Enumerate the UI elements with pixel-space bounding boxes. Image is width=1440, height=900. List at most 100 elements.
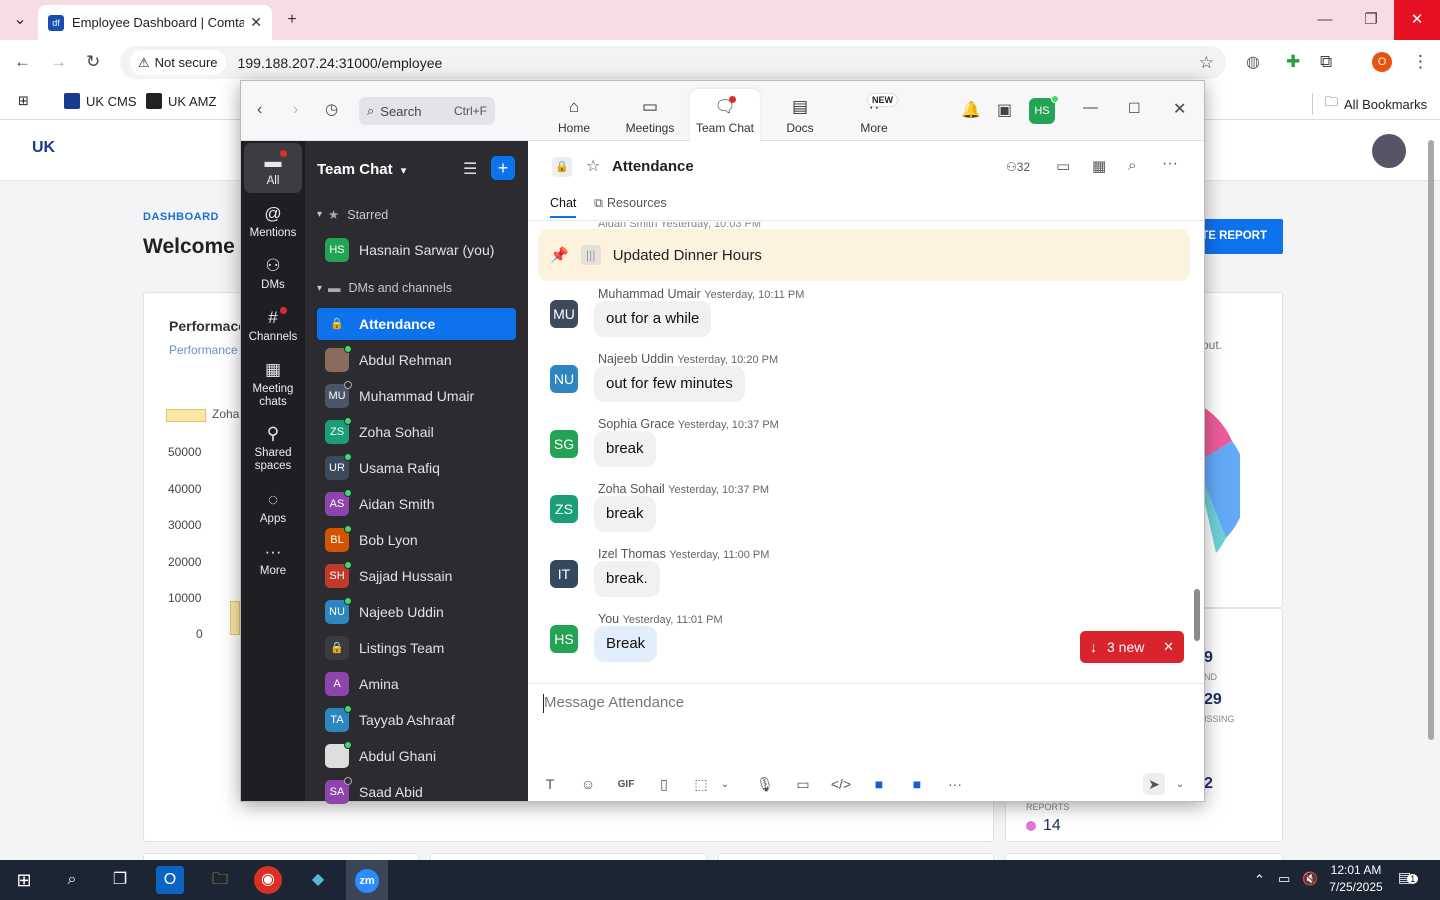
message-bubble[interactable]: break bbox=[594, 496, 656, 532]
zoom-user-avatar[interactable]: HS bbox=[1029, 98, 1055, 124]
new-messages-pill[interactable]: ↓ 3 new ✕ bbox=[1080, 631, 1184, 663]
dismiss-icon[interactable]: ✕ bbox=[1163, 639, 1174, 655]
volume-muted-icon[interactable]: 🔇 bbox=[1302, 871, 1318, 887]
tab-close-icon[interactable]: ✕ bbox=[250, 14, 262, 31]
app-icon[interactable]: ■ bbox=[868, 776, 890, 792]
list-item[interactable]: MU Muhammad Umair bbox=[317, 380, 516, 412]
list-item[interactable]: A Amina bbox=[317, 668, 516, 700]
list-item[interactable]: TA Tayyab Ashraaf bbox=[317, 704, 516, 736]
file-explorer-icon[interactable]: 🗀 bbox=[206, 866, 234, 894]
rail-channels[interactable]: # Channels bbox=[244, 307, 302, 343]
breadcrumb[interactable]: DASHBOARD bbox=[143, 211, 219, 223]
list-item[interactable]: 🔒 Listings Team bbox=[317, 632, 516, 664]
browser-minimize-icon[interactable]: — bbox=[1302, 0, 1348, 40]
outlook-icon[interactable]: O bbox=[156, 866, 184, 894]
tab-team-chat[interactable]: 🗨 Team Chat bbox=[690, 89, 760, 141]
filter-icon[interactable]: ☰ bbox=[463, 159, 477, 179]
page-scrollbar-thumb[interactable] bbox=[1428, 140, 1434, 740]
video-call-icon[interactable]: ▭ bbox=[1056, 157, 1070, 175]
list-item[interactable]: UR Usama Rafiq bbox=[317, 452, 516, 484]
send-icon[interactable]: ➤ bbox=[1143, 773, 1165, 795]
list-item[interactable]: BL Bob Lyon bbox=[317, 524, 516, 556]
profile-avatar[interactable]: O bbox=[1372, 52, 1392, 72]
list-item-attendance[interactable]: 🔒 Attendance bbox=[317, 308, 516, 340]
video-message-icon[interactable]: ▭ bbox=[792, 776, 814, 793]
member-count[interactable]: ⚇32 bbox=[1006, 160, 1030, 174]
dashboard-logo[interactable]: UK bbox=[32, 139, 55, 157]
zoom-close-icon[interactable]: ✕ bbox=[1173, 99, 1186, 119]
browser-close-icon[interactable]: ✕ bbox=[1394, 0, 1440, 40]
browser-tab[interactable]: df Employee Dashboard | Comtan ✕ bbox=[38, 5, 272, 40]
more-tools-icon[interactable]: ··· bbox=[944, 776, 966, 792]
back-icon[interactable]: ← bbox=[14, 52, 31, 72]
notifications-icon[interactable]: ▤1 bbox=[1398, 869, 1419, 886]
gif-icon[interactable]: GIF bbox=[615, 779, 637, 790]
new-chat-button[interactable]: + bbox=[491, 156, 515, 180]
app-diamond-icon[interactable]: ◆ bbox=[304, 866, 332, 894]
extensions-puzzle-icon[interactable]: ⧉ bbox=[1320, 52, 1332, 72]
app-icon[interactable]: ■ bbox=[906, 776, 928, 792]
list-item[interactable]: SH Sajjad Hussain bbox=[317, 560, 516, 592]
reload-icon[interactable]: ↻ bbox=[86, 52, 100, 72]
tab-chat[interactable]: Chat bbox=[550, 196, 577, 218]
history-icon[interactable]: ◷ bbox=[325, 100, 338, 118]
zoom-maximize-icon[interactable]: ☐ bbox=[1128, 100, 1141, 117]
code-icon[interactable]: </> bbox=[830, 776, 852, 792]
dms-channels-section[interactable]: ▾ ▬ DMs and channels bbox=[317, 281, 452, 295]
tab-more[interactable]: ··MoreNEW bbox=[839, 89, 909, 141]
bookmark-uk-amz[interactable]: UK AMZ bbox=[146, 93, 216, 109]
text-format-icon[interactable]: T bbox=[539, 776, 561, 792]
screenshot-icon[interactable]: ⬚ bbox=[690, 776, 712, 793]
url-text[interactable]: 199.188.207.24:31000/employee bbox=[238, 55, 443, 71]
forward-icon[interactable]: → bbox=[50, 52, 67, 72]
notifications-bell-icon[interactable]: 🔔 bbox=[961, 100, 981, 120]
message-bubble[interactable]: Break bbox=[594, 626, 658, 662]
list-item[interactable]: AS Aidan Smith bbox=[317, 488, 516, 520]
omnibox[interactable]: ⚠ Not secure 199.188.207.24:31000/employe… bbox=[120, 46, 1226, 79]
rail-meeting-chats[interactable]: ▦ Meeting chats bbox=[244, 359, 302, 409]
calendar-icon[interactable]: ▦ bbox=[1092, 157, 1106, 175]
message-bubble[interactable]: break. bbox=[594, 561, 660, 597]
new-tab-icon[interactable]: + bbox=[280, 8, 304, 32]
windows-start-icon[interactable]: ⊞ bbox=[10, 866, 38, 894]
chevron-down-icon[interactable]: ⌄ bbox=[1169, 779, 1191, 790]
microphone-icon[interactable]: 🎙 bbox=[754, 776, 776, 793]
chevron-down-icon[interactable]: ⌄ bbox=[714, 779, 736, 790]
list-item-self[interactable]: HS Hasnain Sarwar (you) bbox=[317, 234, 516, 266]
star-icon[interactable]: ☆ bbox=[586, 156, 600, 176]
message-bubble[interactable]: out for few minutes bbox=[594, 366, 745, 402]
rail-more[interactable]: ··· More bbox=[244, 541, 302, 577]
whiteboard-icon[interactable]: ▣ bbox=[997, 100, 1012, 120]
search-icon[interactable]: ⌕ bbox=[1128, 157, 1136, 174]
bookmark-uk-cms[interactable]: UK CMS bbox=[64, 93, 137, 109]
translate-icon[interactable]: ◍ bbox=[1246, 52, 1260, 72]
rail-dms[interactable]: ⚇ DMs bbox=[244, 255, 302, 291]
zoom-minimize-icon[interactable]: — bbox=[1083, 99, 1098, 116]
rail-shared-spaces[interactable]: ⚲ Shared spaces bbox=[244, 423, 302, 473]
taskbar-search-icon[interactable]: ⌕ bbox=[58, 866, 86, 894]
list-item[interactable]: SA Saad Abid bbox=[317, 776, 516, 808]
zoom-search-input[interactable]: ⌕ Search Ctrl+F bbox=[359, 97, 495, 125]
list-item[interactable]: Abdul Rehman bbox=[317, 344, 516, 376]
message-composer[interactable]: Message Attendance T ☺ GIF ▯ ⬚ ⌄ 🎙 ▭ </>… bbox=[528, 683, 1204, 801]
starred-section[interactable]: ▾ ★ Starred bbox=[317, 207, 388, 223]
zoom-back-icon[interactable]: ‹ bbox=[257, 101, 262, 119]
tab-docs[interactable]: ▤ Docs bbox=[765, 89, 835, 141]
tab-search-chevron-icon[interactable]: ⌄ bbox=[8, 8, 32, 32]
tab-meetings[interactable]: ▭ Meetings bbox=[615, 89, 685, 141]
rail-all[interactable]: ▬ All bbox=[244, 143, 302, 193]
emoji-icon[interactable]: ☺ bbox=[577, 776, 599, 792]
apps-grid-icon[interactable]: ⊞ bbox=[18, 93, 29, 109]
task-view-icon[interactable]: ❐ bbox=[106, 866, 134, 894]
tab-home[interactable]: ⌂ Home bbox=[539, 89, 609, 141]
tab-resources[interactable]: ⧉ Resources bbox=[594, 196, 667, 211]
all-bookmarks[interactable]: 🗀 All Bookmarks bbox=[1312, 93, 1427, 115]
more-options-icon[interactable]: ··· bbox=[1162, 155, 1178, 173]
rail-apps[interactable]: ◌ Apps bbox=[244, 489, 302, 525]
list-item[interactable]: ZS Zoha Sohail bbox=[317, 416, 516, 448]
network-icon[interactable]: ▭ bbox=[1278, 871, 1290, 887]
file-icon[interactable]: ▯ bbox=[653, 776, 675, 793]
message-bubble[interactable]: break bbox=[594, 431, 656, 467]
zoom-forward-icon[interactable]: › bbox=[293, 101, 298, 119]
list-item[interactable]: Abdul Ghani bbox=[317, 740, 516, 772]
